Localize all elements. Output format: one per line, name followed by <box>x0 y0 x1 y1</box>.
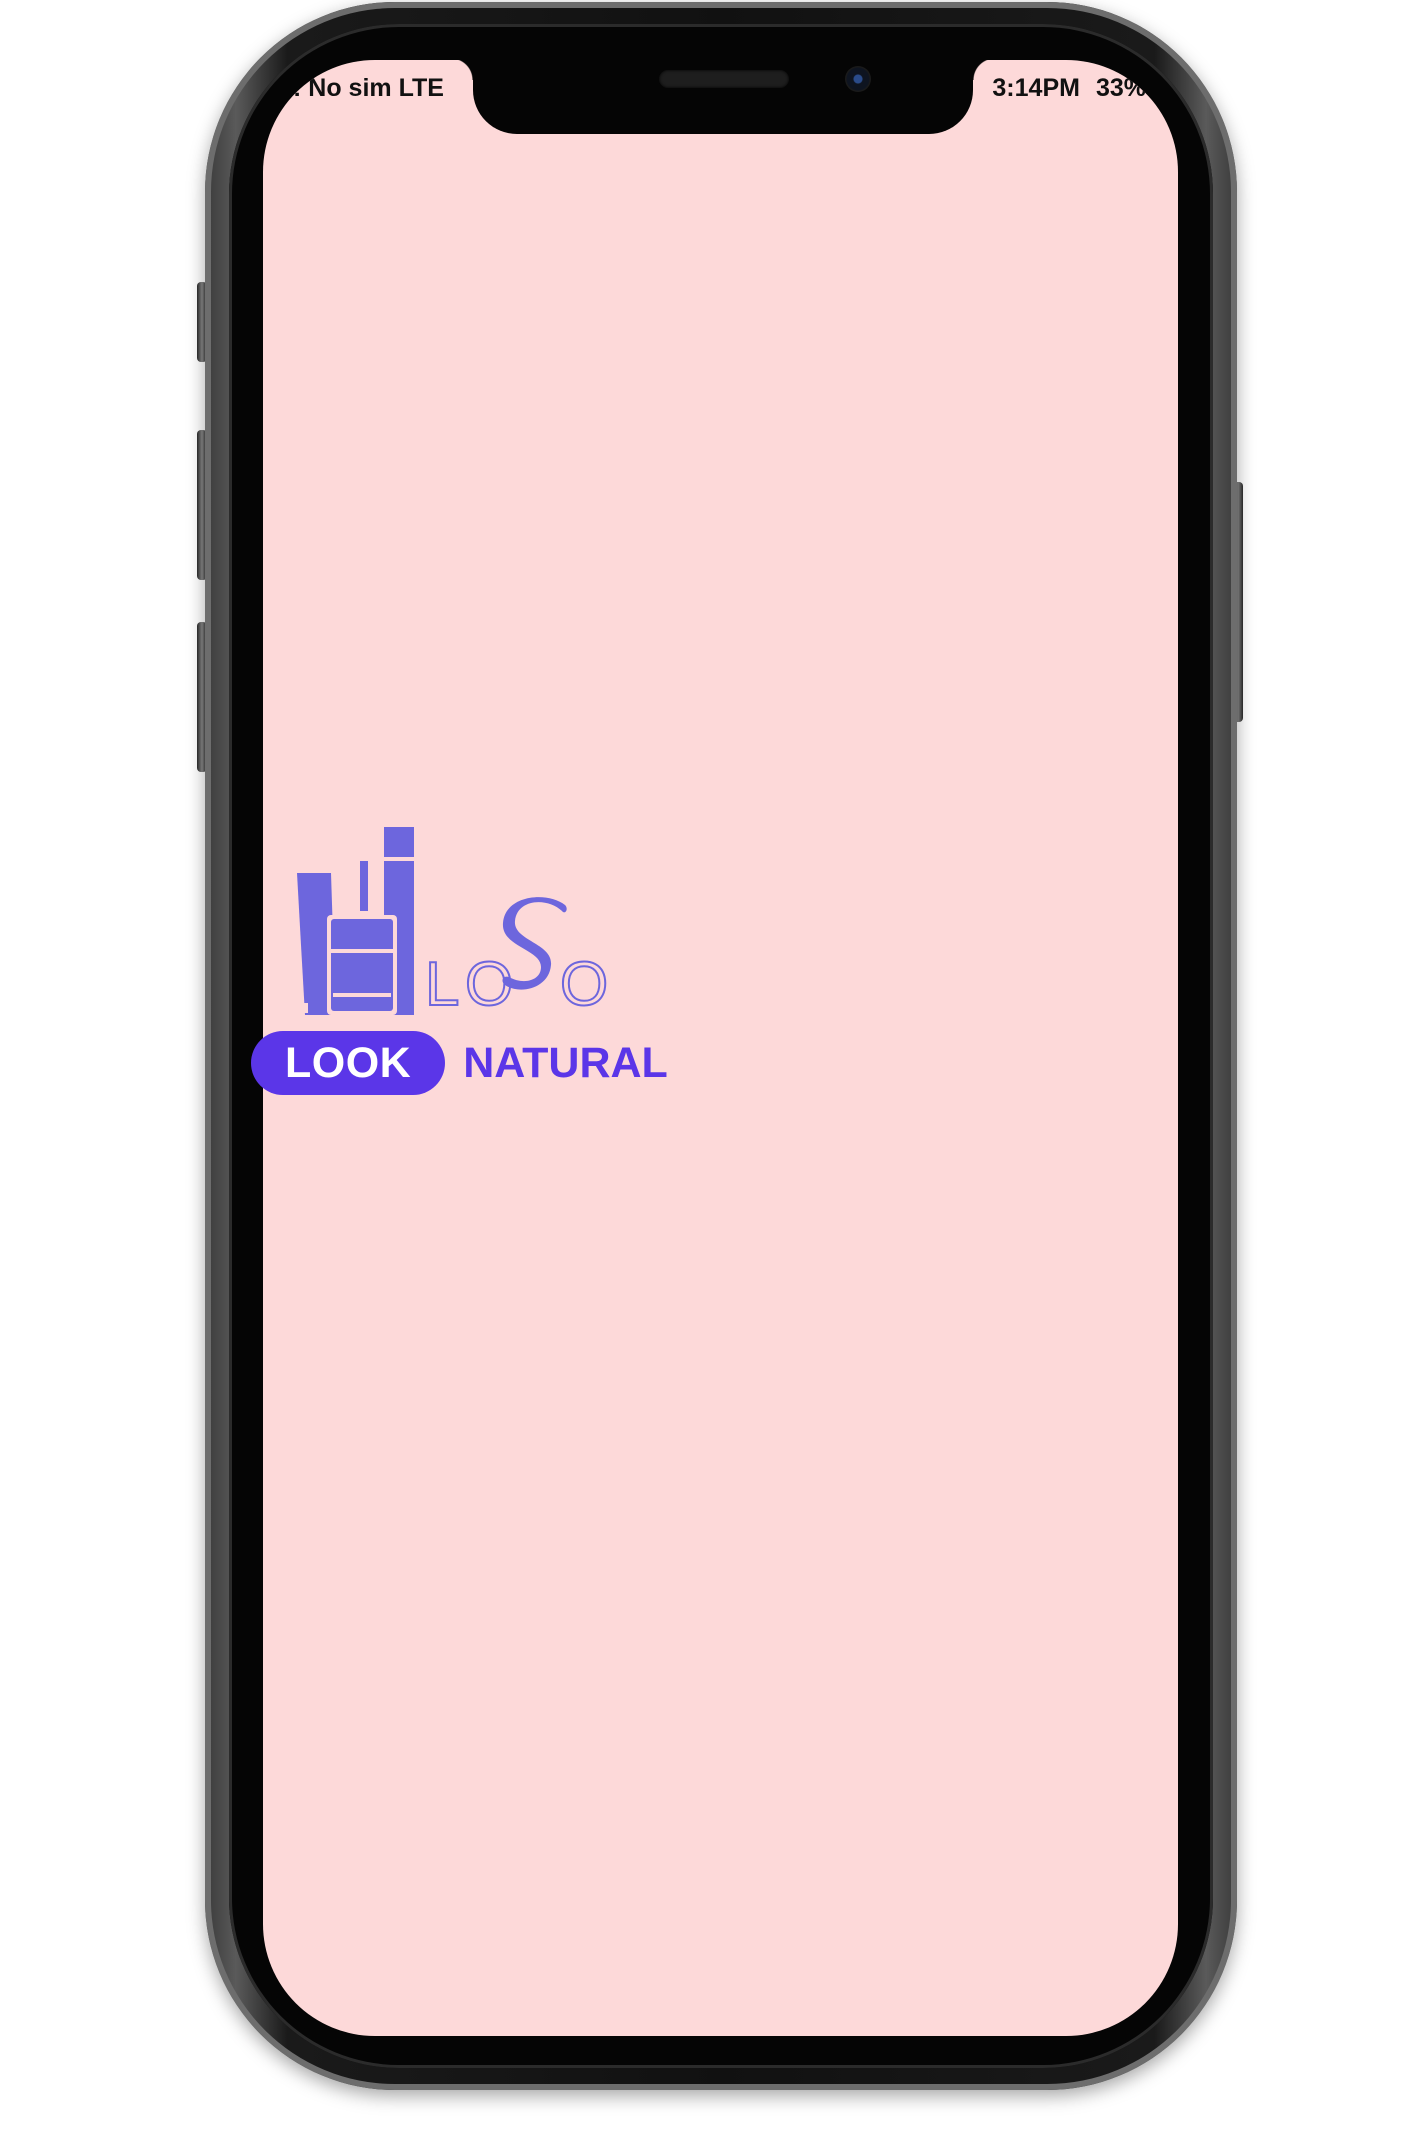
earpiece-speaker <box>659 70 789 88</box>
cosmetics-bottles-icon <box>297 827 414 1015</box>
battery-level: 33% <box>1095 74 1146 102</box>
front-camera <box>845 66 871 92</box>
wordmark-l: L <box>425 950 459 1019</box>
carrier-status: ! No sim LTE <box>293 74 444 102</box>
wordmark-o2: O <box>560 950 608 1019</box>
app-logo: L O O <box>297 827 609 1020</box>
tagline: LOOK NATURAL <box>251 1030 668 1096</box>
notch <box>451 60 995 134</box>
clock: 3:14PM <box>992 74 1080 102</box>
device-mockup: ! No sim LTE 3:14PM 33% L O O LOOK NATUR… <box>0 0 1417 2144</box>
status-right: 3:14PM 33% <box>992 74 1146 103</box>
tagline-text: NATURAL <box>463 1039 668 1087</box>
tagline-highlight-pill: LOOK <box>251 1031 446 1095</box>
